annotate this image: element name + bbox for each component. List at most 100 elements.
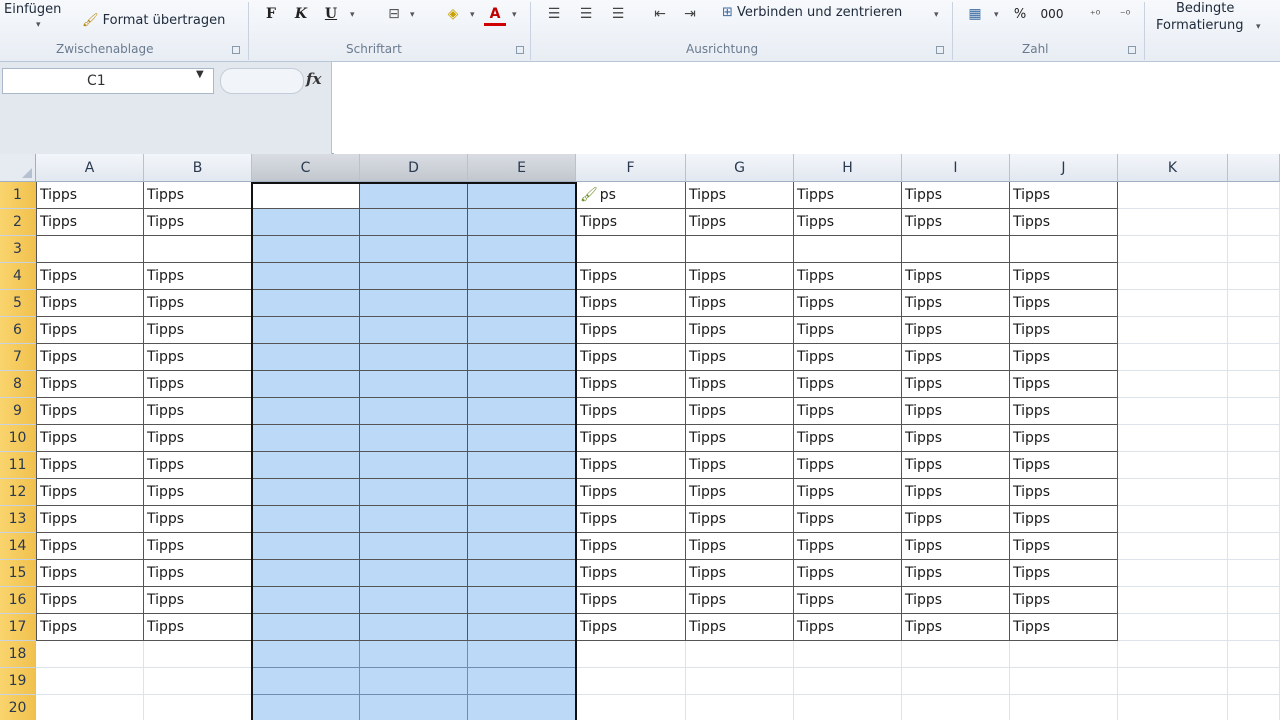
cell-c9[interactable] bbox=[252, 398, 360, 425]
cell-c12[interactable] bbox=[252, 479, 360, 506]
increase-indent-icon[interactable]: ⇥ bbox=[680, 4, 700, 24]
cell-h2[interactable]: Tipps bbox=[794, 209, 902, 236]
cell-e17[interactable] bbox=[468, 614, 576, 641]
cell-h15[interactable]: Tipps bbox=[794, 560, 902, 587]
cell-k9[interactable] bbox=[1118, 398, 1228, 425]
cell-overflow[interactable] bbox=[1228, 452, 1280, 479]
cell-d19[interactable] bbox=[360, 668, 468, 695]
cell-k19[interactable] bbox=[1118, 668, 1228, 695]
cell-f14[interactable]: Tipps bbox=[576, 533, 686, 560]
cell-a4[interactable]: Tipps bbox=[36, 263, 144, 290]
cell-overflow[interactable] bbox=[1228, 209, 1280, 236]
cell-g6[interactable]: Tipps bbox=[686, 317, 794, 344]
conditional-formatting-line2[interactable]: Formatierung bbox=[1156, 18, 1244, 33]
cell-e14[interactable] bbox=[468, 533, 576, 560]
cell-i3[interactable] bbox=[902, 236, 1010, 263]
cell-j4[interactable]: Tipps bbox=[1010, 263, 1118, 290]
cell-g17[interactable]: Tipps bbox=[686, 614, 794, 641]
row-header-19[interactable]: 19 bbox=[0, 668, 36, 695]
cell-e15[interactable] bbox=[468, 560, 576, 587]
cell-f13[interactable]: Tipps bbox=[576, 506, 686, 533]
cell-b17[interactable]: Tipps bbox=[144, 614, 252, 641]
row-header-20[interactable]: 20 bbox=[0, 695, 36, 720]
cell-e16[interactable] bbox=[468, 587, 576, 614]
cell-k12[interactable] bbox=[1118, 479, 1228, 506]
cell-c18[interactable] bbox=[252, 641, 360, 668]
cell-b1[interactable]: Tipps bbox=[144, 182, 252, 209]
cell-j16[interactable]: Tipps bbox=[1010, 587, 1118, 614]
column-header-i[interactable]: I bbox=[902, 154, 1010, 182]
cell-k7[interactable] bbox=[1118, 344, 1228, 371]
underline-button[interactable]: U bbox=[322, 4, 340, 24]
cell-b13[interactable]: Tipps bbox=[144, 506, 252, 533]
cell-c5[interactable] bbox=[252, 290, 360, 317]
cell-g8[interactable]: Tipps bbox=[686, 371, 794, 398]
cell-j13[interactable]: Tipps bbox=[1010, 506, 1118, 533]
cell-g14[interactable]: Tipps bbox=[686, 533, 794, 560]
cell-f17[interactable]: Tipps bbox=[576, 614, 686, 641]
cell-f12[interactable]: Tipps bbox=[576, 479, 686, 506]
cell-i11[interactable]: Tipps bbox=[902, 452, 1010, 479]
decrease-indent-icon[interactable]: ⇤ bbox=[650, 4, 670, 24]
cell-j5[interactable]: Tipps bbox=[1010, 290, 1118, 317]
cell-overflow[interactable] bbox=[1228, 506, 1280, 533]
row-header-6[interactable]: 6 bbox=[0, 317, 36, 344]
conditional-formatting-dropdown-icon[interactable]: ▾ bbox=[1256, 22, 1261, 32]
cell-g20[interactable] bbox=[686, 695, 794, 720]
cell-k2[interactable] bbox=[1118, 209, 1228, 236]
align-center-icon[interactable]: ☰ bbox=[576, 4, 596, 24]
cell-g18[interactable] bbox=[686, 641, 794, 668]
column-header-b[interactable]: B bbox=[144, 154, 252, 182]
cell-k6[interactable] bbox=[1118, 317, 1228, 344]
cell-d7[interactable] bbox=[360, 344, 468, 371]
cell-d8[interactable] bbox=[360, 371, 468, 398]
cell-k4[interactable] bbox=[1118, 263, 1228, 290]
cell-a18[interactable] bbox=[36, 641, 144, 668]
column-header-overflow[interactable] bbox=[1228, 154, 1280, 182]
row-header-15[interactable]: 15 bbox=[0, 560, 36, 587]
cell-h20[interactable] bbox=[794, 695, 902, 720]
cell-d9[interactable] bbox=[360, 398, 468, 425]
cell-f8[interactable]: Tipps bbox=[576, 371, 686, 398]
cell-c20[interactable] bbox=[252, 695, 360, 720]
cell-g12[interactable]: Tipps bbox=[686, 479, 794, 506]
row-header-3[interactable]: 3 bbox=[0, 236, 36, 263]
fill-color-icon[interactable]: ◈ bbox=[442, 4, 464, 24]
cell-f1[interactable]: 🖌 ps bbox=[576, 182, 686, 209]
cell-overflow[interactable] bbox=[1228, 533, 1280, 560]
cell-b19[interactable] bbox=[144, 668, 252, 695]
cell-g15[interactable]: Tipps bbox=[686, 560, 794, 587]
cell-a13[interactable]: Tipps bbox=[36, 506, 144, 533]
row-header-14[interactable]: 14 bbox=[0, 533, 36, 560]
conditional-formatting-line1[interactable]: Bedingte bbox=[1176, 1, 1234, 16]
cell-d6[interactable] bbox=[360, 317, 468, 344]
cell-h4[interactable]: Tipps bbox=[794, 263, 902, 290]
cell-c16[interactable] bbox=[252, 587, 360, 614]
cell-f7[interactable]: Tipps bbox=[576, 344, 686, 371]
name-box[interactable]: C1 bbox=[2, 68, 214, 94]
cell-e5[interactable] bbox=[468, 290, 576, 317]
cell-h18[interactable] bbox=[794, 641, 902, 668]
cell-a2[interactable]: Tipps bbox=[36, 209, 144, 236]
cell-c7[interactable] bbox=[252, 344, 360, 371]
cell-a20[interactable] bbox=[36, 695, 144, 720]
cell-e3[interactable] bbox=[468, 236, 576, 263]
cell-i20[interactable] bbox=[902, 695, 1010, 720]
cell-g16[interactable]: Tipps bbox=[686, 587, 794, 614]
cell-c15[interactable] bbox=[252, 560, 360, 587]
cell-a5[interactable]: Tipps bbox=[36, 290, 144, 317]
merge-center-button[interactable]: ⊞ Verbinden und zentrieren bbox=[722, 5, 902, 20]
cell-h1[interactable]: Tipps bbox=[794, 182, 902, 209]
cell-h11[interactable]: Tipps bbox=[794, 452, 902, 479]
accounting-format-icon[interactable]: ▦ bbox=[964, 4, 986, 24]
cell-j2[interactable]: Tipps bbox=[1010, 209, 1118, 236]
column-header-f[interactable]: F bbox=[576, 154, 686, 182]
cell-j18[interactable] bbox=[1010, 641, 1118, 668]
cell-k20[interactable] bbox=[1118, 695, 1228, 720]
cell-g10[interactable]: Tipps bbox=[686, 425, 794, 452]
cell-k14[interactable] bbox=[1118, 533, 1228, 560]
cell-overflow[interactable] bbox=[1228, 317, 1280, 344]
cell-k16[interactable] bbox=[1118, 587, 1228, 614]
cell-g2[interactable]: Tipps bbox=[686, 209, 794, 236]
cell-i1[interactable]: Tipps bbox=[902, 182, 1010, 209]
